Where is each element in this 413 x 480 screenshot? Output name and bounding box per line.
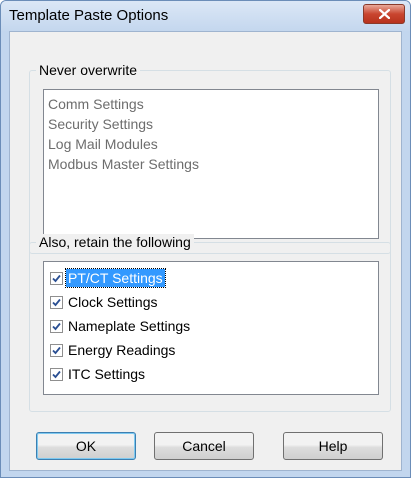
checklist-item-label: PT/CT Settings [65,268,166,288]
list-item: Log Mail Modules [48,136,158,152]
retain-checklist[interactable]: PT/CT Settings Clock Settings Nameplate … [43,261,379,395]
dialog-window: Template Paste Options Never overwrite C… [0,0,411,478]
retain-group: Also, retain the following PT/CT Setting… [29,234,391,412]
list-item: Security Settings [48,116,154,132]
ok-button[interactable]: OK [36,432,136,460]
cancel-button[interactable]: Cancel [154,432,254,460]
checklist-item-energy[interactable]: Energy Readings [44,338,378,362]
never-overwrite-list[interactable]: Comm Settings Security Settings Log Mail… [43,89,379,239]
never-overwrite-group: Never overwrite Comm Settings Security S… [29,62,391,254]
list-item: Modbus Master Settings [48,156,199,172]
checkbox[interactable] [50,343,63,357]
checkbox[interactable] [50,367,63,381]
checklist-item-label: ITC Settings [68,366,146,382]
checkbox[interactable] [50,319,63,333]
checkmark-icon [52,346,61,354]
dialog-client: Never overwrite Comm Settings Security S… [9,31,402,471]
checklist-item-label: Nameplate Settings [68,318,191,334]
title-bar[interactable]: Template Paste Options [1,1,410,31]
checkmark-icon [52,322,61,330]
help-button[interactable]: Help [283,432,383,460]
checklist-item-nameplate[interactable]: Nameplate Settings [44,314,378,338]
checklist-item-label: Energy Readings [68,342,176,358]
never-overwrite-label: Never overwrite [36,62,141,78]
checkmark-icon [52,298,61,306]
list-item: Comm Settings [48,96,144,112]
retain-label: Also, retain the following [36,234,194,250]
close-icon [379,9,390,19]
checkmark-icon [52,370,61,378]
checkbox[interactable] [50,271,63,285]
checkbox[interactable] [50,295,63,309]
checklist-item-itc[interactable]: ITC Settings [44,362,378,386]
close-button[interactable] [363,4,405,24]
checklist-item-clock[interactable]: Clock Settings [44,290,378,314]
checkmark-icon [52,274,61,282]
dialog-title: Template Paste Options [9,7,169,24]
checklist-item-pt-ct[interactable]: PT/CT Settings [44,266,378,290]
checklist-item-label: Clock Settings [68,294,158,310]
